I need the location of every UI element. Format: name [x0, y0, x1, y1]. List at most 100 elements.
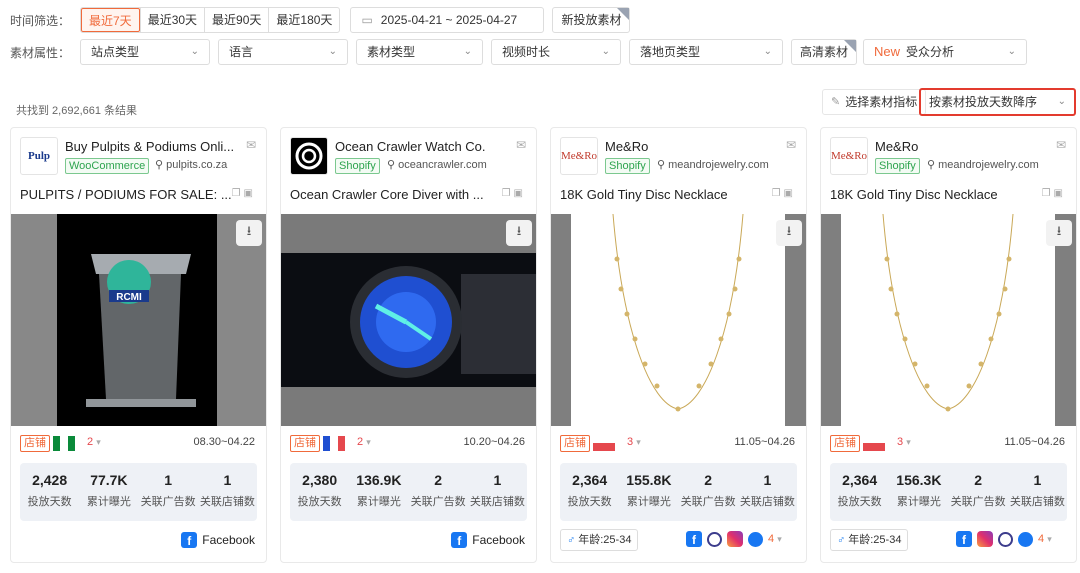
- mail-icon[interactable]: ✉: [786, 138, 796, 152]
- date-range-picker[interactable]: ▭ 2025-04-21 ~ 2025-04-27: [350, 7, 545, 33]
- region-count-value: 3: [897, 436, 904, 448]
- ad-card[interactable]: Ocean Crawler Watch Co. ✉ Shopify ⚲ ocea…: [280, 127, 537, 563]
- tab-90-days[interactable]: 最近90天: [204, 8, 268, 32]
- chevron-down-icon: ⌄: [190, 46, 199, 57]
- shop-logo: [290, 137, 328, 175]
- ad-media[interactable]: ⭳: [821, 214, 1076, 426]
- chevron-down-icon: ⌄: [601, 46, 610, 57]
- store-tag: 店铺: [290, 435, 320, 452]
- download-icon[interactable]: ⭳: [776, 220, 802, 246]
- result-count: 共找到 2,692,661 条结果: [16, 105, 138, 117]
- shop-domain[interactable]: ⚲ meandrojewelry.com: [657, 158, 769, 171]
- ad-media[interactable]: ⭳: [281, 214, 536, 426]
- calendar-icon: ▭: [361, 13, 373, 27]
- platform-count[interactable]: 4 ▾: [768, 533, 782, 545]
- select-metrics-label: 选择素材指标: [845, 95, 918, 109]
- ad-title: Ocean Crawler Core Diver with ...: [290, 187, 484, 202]
- shop-logo: Me&Ro: [830, 137, 868, 175]
- link-icon: ⚲: [155, 159, 167, 171]
- podium-image: RCMI: [11, 214, 266, 426]
- stat-value: 155.8K: [626, 472, 672, 488]
- stat-days: 2,364 投放天数: [560, 463, 619, 521]
- shop-domain[interactable]: ⚲ pulpits.co.za: [155, 158, 227, 171]
- store-tag: 店铺: [560, 435, 590, 452]
- stat-value: 2,364: [572, 472, 608, 488]
- time-range-tabs: 最近7天 最近30天 最近90天 最近180天: [80, 7, 341, 33]
- ad-media[interactable]: RCMI ⭳: [11, 214, 266, 426]
- stat-label: 投放天数: [297, 496, 342, 508]
- shop-name[interactable]: Me&Ro: [605, 139, 648, 154]
- necklace-image: [551, 214, 806, 426]
- copy-icon[interactable]: ❐▣: [232, 188, 256, 199]
- copy-icon[interactable]: ❐▣: [772, 188, 796, 199]
- stat-label: 累计曝光: [356, 496, 401, 508]
- language-select[interactable]: 语言 ⌄: [218, 39, 348, 65]
- caret-down-icon: ▾: [906, 437, 911, 447]
- ad-card[interactable]: Me&Ro Me&Ro ✉ Shopify ⚲ meandrojewelry.c…: [820, 127, 1077, 563]
- edit-icon: ✎: [831, 96, 841, 108]
- ad-card[interactable]: Pulp Buy Pulpits & Podiums Onli... ✉ Woo…: [10, 127, 267, 563]
- shop-name[interactable]: Ocean Crawler Watch Co.: [335, 139, 486, 154]
- copy-icon[interactable]: ❐▣: [502, 188, 526, 199]
- run-date-range: 08.30~04.22: [193, 436, 255, 448]
- platform-icons: f 4 ▾: [686, 531, 782, 547]
- attribute-filter-label: 素材属性：: [10, 45, 71, 60]
- download-icon[interactable]: ⭳: [236, 220, 262, 246]
- platform-count[interactable]: 4 ▾: [1038, 533, 1052, 545]
- stat-stores: 1 关联店铺数: [468, 463, 527, 521]
- new-material-toggle[interactable]: 新投放素材: [552, 7, 631, 33]
- stat-value: 156.3K: [896, 472, 942, 488]
- age-label: 年龄:25-34: [578, 534, 632, 546]
- video-duration-label: 视频时长: [502, 45, 551, 59]
- tab-180-days[interactable]: 最近180天: [268, 8, 339, 32]
- copy-icon[interactable]: ❐▣: [1042, 188, 1066, 199]
- ad-media[interactable]: ⭳: [551, 214, 806, 426]
- stat-label: 投放天数: [837, 496, 882, 508]
- audience-network-icon: [707, 531, 722, 547]
- mail-icon[interactable]: ✉: [1056, 138, 1066, 152]
- stat-stores: 1 关联店铺数: [738, 463, 797, 521]
- corner-check-icon: [844, 40, 857, 52]
- hd-material-toggle[interactable]: 高清素材: [791, 39, 858, 65]
- chevron-down-icon: ⌄: [1007, 46, 1017, 57]
- mail-icon[interactable]: ✉: [246, 138, 256, 152]
- facebook-icon: f: [686, 531, 702, 547]
- chevron-down-icon: ⌄: [463, 46, 472, 57]
- shop-domain-text: meandrojewelry.com: [668, 159, 769, 171]
- region-count[interactable]: 3 ▾: [897, 436, 911, 448]
- shop-logo: Me&Ro: [560, 137, 598, 175]
- platform-count-value: 4: [1038, 533, 1045, 545]
- region-count[interactable]: 2 ▾: [87, 436, 101, 448]
- video-duration-select[interactable]: 视频时长 ⌄: [491, 39, 621, 65]
- audience-analysis-select[interactable]: New 受众分析 ⌄: [863, 39, 1028, 65]
- material-type-select[interactable]: 素材类型 ⌄: [356, 39, 483, 65]
- select-metrics-button[interactable]: ✎ 选择素材指标: [822, 89, 927, 115]
- stat-value: 1: [164, 472, 173, 488]
- ad-title: 18K Gold Tiny Disc Necklace: [830, 187, 998, 202]
- shop-domain-text: oceancrawler.com: [398, 159, 487, 171]
- region-count[interactable]: 3 ▾: [627, 436, 641, 448]
- mail-icon[interactable]: ✉: [516, 138, 526, 152]
- shop-domain[interactable]: ⚲ meandrojewelry.com: [927, 158, 1039, 171]
- shop-domain[interactable]: ⚲ oceancrawler.com: [387, 158, 487, 171]
- tab-7-days[interactable]: 最近7天: [81, 8, 140, 32]
- landing-page-type-label: 落地页类型: [640, 45, 701, 59]
- tab-30-days[interactable]: 最近30天: [139, 8, 204, 32]
- download-icon[interactable]: ⭳: [506, 220, 532, 246]
- stat-value: 2: [434, 472, 443, 488]
- sort-select[interactable]: 按素材投放天数降序 ⌄: [919, 88, 1076, 116]
- site-type-label: 站点类型: [91, 45, 140, 59]
- run-date-range: 10.20~04.26: [463, 436, 525, 448]
- download-icon[interactable]: ⭳: [1046, 220, 1072, 246]
- landing-page-type-select[interactable]: 落地页类型 ⌄: [629, 39, 783, 65]
- ad-card[interactable]: Me&Ro Me&Ro ✉ Shopify ⚲ meandrojewelry.c…: [550, 127, 807, 563]
- caret-down-icon: ▾: [1047, 534, 1052, 544]
- shop-name[interactable]: Buy Pulpits & Podiums Onli...: [65, 139, 234, 154]
- shop-name[interactable]: Me&Ro: [875, 139, 918, 154]
- caret-down-icon: ▾: [366, 437, 371, 447]
- audience-analysis-wrap: New 受众分析: [874, 40, 954, 64]
- stat-label: 关联店铺数: [739, 496, 795, 508]
- platform-count-value: 4: [768, 533, 775, 545]
- site-type-select[interactable]: 站点类型 ⌄: [80, 39, 210, 65]
- region-count[interactable]: 2 ▾: [357, 436, 371, 448]
